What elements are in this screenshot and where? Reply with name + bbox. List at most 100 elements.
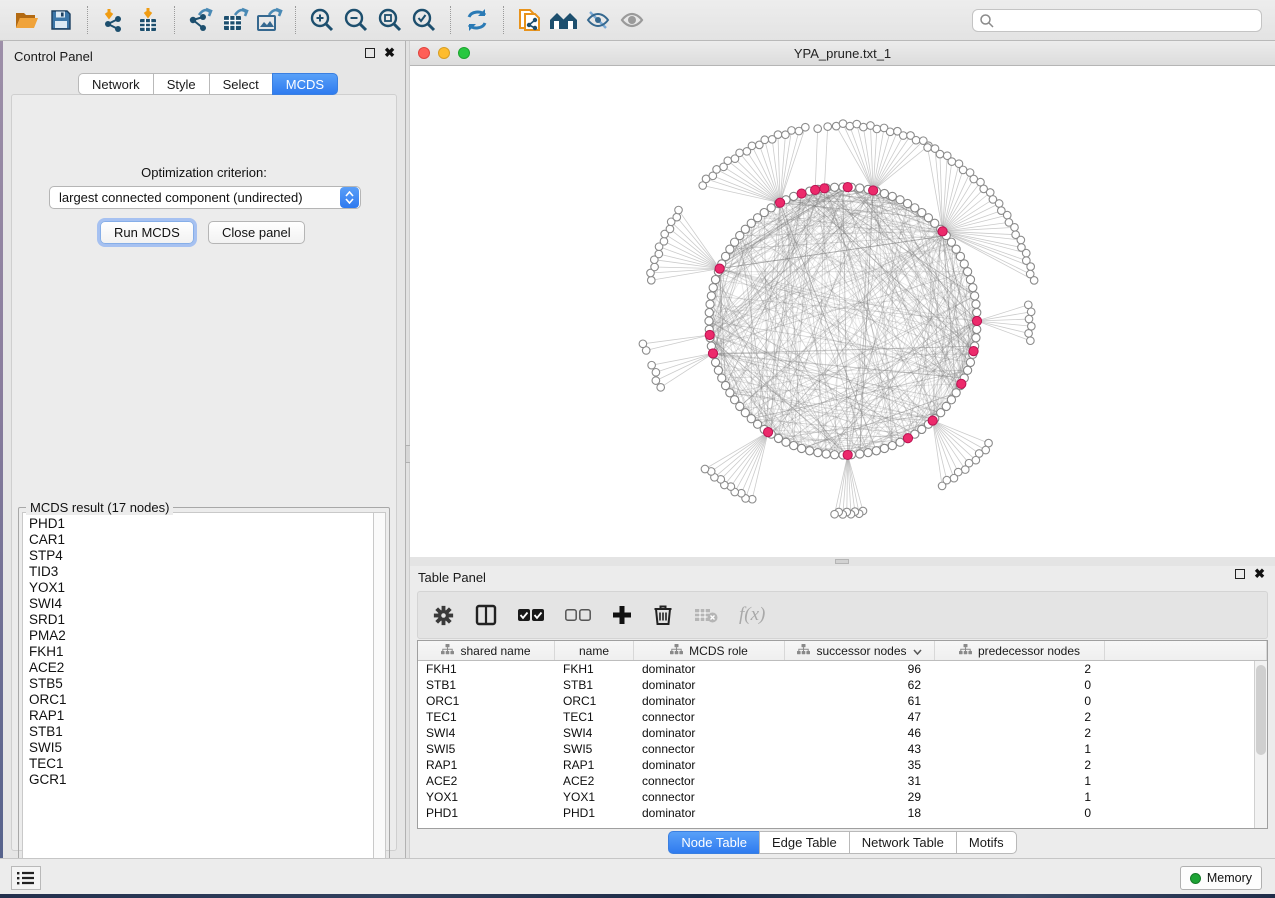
toolbar-separator: [450, 6, 451, 34]
mcds-result-item[interactable]: PHD1: [29, 516, 373, 532]
mcds-result-item[interactable]: ORC1: [29, 692, 373, 708]
mcds-result-item[interactable]: CAR1: [29, 532, 373, 548]
optimization-criterion-dropdown[interactable]: largest connected component (undirected): [49, 186, 361, 209]
zoom-in-icon[interactable]: [305, 5, 339, 35]
mcds-result-item[interactable]: PMA2: [29, 628, 373, 644]
table-header-row[interactable]: shared namenameMCDS rolesuccessor nodesp…: [418, 641, 1267, 661]
column-header-MCDS-role[interactable]: MCDS role: [634, 641, 785, 660]
scrollbar-thumb[interactable]: [1256, 665, 1266, 755]
zoom-fit-icon[interactable]: [373, 5, 407, 35]
horizontal-splitter[interactable]: [410, 557, 1275, 566]
hide-glasses-icon[interactable]: [581, 5, 615, 35]
close-panel-icon[interactable]: ✖: [1254, 569, 1265, 579]
table-settings-gear-icon[interactable]: [433, 605, 454, 626]
export-network-icon[interactable]: [184, 5, 218, 35]
export-image-icon[interactable]: [252, 5, 286, 35]
mcds-result-item[interactable]: TID3: [29, 564, 373, 580]
tab-network-table[interactable]: Network Table: [849, 831, 956, 854]
apply-layout-icon[interactable]: [460, 5, 494, 35]
splitter-grip[interactable]: [835, 559, 849, 564]
table-row[interactable]: RAP1RAP1dominator352: [418, 757, 1267, 773]
mcds-result-list[interactable]: PHD1CAR1STP4TID3YOX1SWI4SRD1PMA2FKH1ACE2…: [22, 512, 373, 875]
column-header-shared-name[interactable]: shared name: [418, 641, 555, 660]
import-table-icon[interactable]: [131, 5, 165, 35]
mcds-result-item[interactable]: SWI4: [29, 596, 373, 612]
tab-motifs[interactable]: Motifs: [956, 831, 1017, 854]
zoom-out-icon[interactable]: [339, 5, 373, 35]
function-builder-icon: f(x): [739, 604, 765, 626]
task-history-button[interactable]: [11, 866, 41, 890]
mcds-result-item[interactable]: STP4: [29, 548, 373, 564]
search-icon: [979, 13, 995, 29]
mcds-result-item[interactable]: SWI5: [29, 740, 373, 756]
open-file-icon[interactable]: [10, 5, 44, 35]
tab-edge-table[interactable]: Edge Table: [759, 831, 849, 854]
search-input[interactable]: [995, 14, 1255, 28]
tab-mcds[interactable]: MCDS: [272, 73, 338, 95]
column-header-predecessor-nodes[interactable]: predecessor nodes: [935, 641, 1105, 660]
table-row[interactable]: ACE2ACE2connector311: [418, 773, 1267, 789]
cell-name: FKH1: [555, 661, 634, 677]
float-panel-icon[interactable]: [1235, 569, 1245, 579]
cell-shared-name: YOX1: [418, 789, 555, 805]
select-all-rows-icon[interactable]: [518, 608, 544, 622]
mcds-result-item[interactable]: YOX1: [29, 580, 373, 596]
status-bar: Memory: [0, 858, 1275, 894]
table-row[interactable]: SWI4SWI4dominator462: [418, 725, 1267, 741]
tab-style[interactable]: Style: [153, 73, 209, 95]
network-window-titlebar[interactable]: YPA_prune.txt_1: [410, 41, 1275, 66]
delete-column-trash-icon[interactable]: [653, 604, 673, 626]
table-row[interactable]: SWI5SWI5connector431: [418, 741, 1267, 757]
table-scrollbar[interactable]: [1254, 661, 1267, 828]
column-header-name[interactable]: name: [555, 641, 634, 660]
create-column-plus-icon[interactable]: [612, 605, 632, 625]
mcds-result-label: MCDS result (17 nodes): [26, 500, 173, 515]
mcds-result-item[interactable]: STB5: [29, 676, 373, 692]
tab-network[interactable]: Network: [78, 73, 153, 95]
mcds-list-scrollbar[interactable]: [373, 512, 386, 875]
tab-select[interactable]: Select: [209, 73, 272, 95]
mcds-result-group: MCDS result (17 nodes) PHD1CAR1STP4TID3Y…: [18, 507, 390, 879]
table-row[interactable]: TEC1TEC1connector472: [418, 709, 1267, 725]
cell-successor-nodes: 46: [785, 725, 935, 741]
search-networks-icon[interactable]: [547, 5, 581, 35]
mcds-result-item[interactable]: TEC1: [29, 756, 373, 772]
save-session-icon[interactable]: [44, 5, 78, 35]
mcds-result-item[interactable]: STB1: [29, 724, 373, 740]
network-search-box[interactable]: [972, 9, 1262, 32]
mcds-result-item[interactable]: RAP1: [29, 708, 373, 724]
mcds-result-item[interactable]: FKH1: [29, 644, 373, 660]
cell-name: TEC1: [555, 709, 634, 725]
zoom-selected-icon[interactable]: [407, 5, 441, 35]
table-row[interactable]: STB1STB1dominator620: [418, 677, 1267, 693]
mcds-result-item[interactable]: GCR1: [29, 772, 373, 788]
table-row[interactable]: PHD1PHD1dominator180: [418, 805, 1267, 821]
mcds-result-item[interactable]: SRD1: [29, 612, 373, 628]
list-icon: [17, 871, 35, 885]
table-row[interactable]: YOX1YOX1connector291: [418, 789, 1267, 805]
cell-shared-name: ACE2: [418, 773, 555, 789]
network-canvas[interactable]: [410, 66, 1275, 557]
main-toolbar: [0, 0, 1275, 41]
tab-node-table[interactable]: Node Table: [668, 831, 759, 854]
show-eye-icon[interactable]: [615, 5, 649, 35]
import-network-icon[interactable]: [97, 5, 131, 35]
memory-button[interactable]: Memory: [1180, 866, 1262, 890]
clone-network-icon[interactable]: [513, 5, 547, 35]
close-panel-icon[interactable]: ✖: [384, 48, 395, 58]
export-table-icon[interactable]: [218, 5, 252, 35]
cell-successor-nodes: 43: [785, 741, 935, 757]
table-row[interactable]: ORC1ORC1dominator610: [418, 693, 1267, 709]
cell-predecessor-nodes: 2: [935, 725, 1105, 741]
cell-name: RAP1: [555, 757, 634, 773]
sort-indicator-icon: [913, 644, 922, 658]
deselect-all-rows-icon[interactable]: [565, 608, 591, 622]
column-header-successor-nodes[interactable]: successor nodes: [785, 641, 935, 660]
float-panel-icon[interactable]: [365, 48, 375, 58]
cell-shared-name: PHD1: [418, 805, 555, 821]
mcds-result-item[interactable]: ACE2: [29, 660, 373, 676]
show-columns-icon[interactable]: [475, 604, 497, 626]
close-panel-button[interactable]: Close panel: [208, 221, 305, 244]
table-row[interactable]: FKH1FKH1dominator962: [418, 661, 1267, 677]
run-mcds-button[interactable]: Run MCDS: [100, 221, 194, 244]
